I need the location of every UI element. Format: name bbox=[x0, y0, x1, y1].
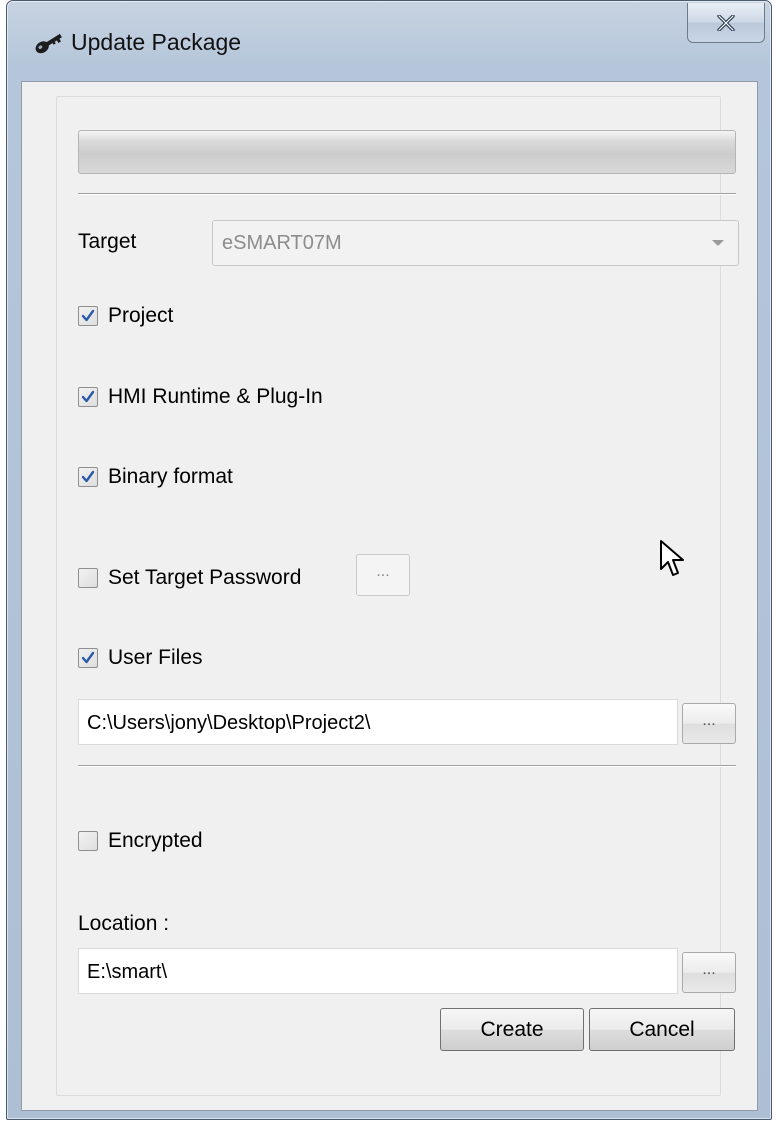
check-mark-icon bbox=[81, 390, 95, 403]
location-path-input[interactable]: E:\smart\ bbox=[78, 948, 678, 994]
target-combobox[interactable]: eSMART07M bbox=[212, 220, 739, 266]
user-files-checkbox-label: User Files bbox=[108, 646, 203, 669]
check-mark-icon bbox=[81, 470, 95, 483]
set-password-checkbox-row[interactable]: Set Target Password bbox=[78, 566, 301, 590]
separator bbox=[78, 765, 736, 767]
mouse-cursor-icon bbox=[660, 540, 684, 576]
key-icon bbox=[35, 33, 62, 54]
check-mark-icon bbox=[81, 651, 95, 664]
encrypted-checkbox-label: Encrypted bbox=[108, 829, 203, 852]
title-bar[interactable]: Update Package bbox=[7, 1, 771, 83]
close-button[interactable] bbox=[687, 3, 765, 43]
binary-format-checkbox-row[interactable]: Binary format bbox=[78, 465, 233, 489]
set-password-button[interactable]: ... bbox=[356, 554, 410, 596]
project-checkbox[interactable] bbox=[78, 306, 98, 326]
project-checkbox-label: Project bbox=[108, 304, 174, 327]
separator bbox=[78, 193, 736, 195]
target-label: Target bbox=[78, 230, 137, 253]
runtime-checkbox[interactable] bbox=[78, 387, 98, 407]
encrypted-checkbox[interactable] bbox=[78, 831, 98, 851]
set-password-checkbox-label: Set Target Password bbox=[108, 566, 302, 589]
cancel-button[interactable]: Cancel bbox=[589, 1008, 735, 1051]
user-files-checkbox[interactable] bbox=[78, 648, 98, 668]
dialog-client-area: Target eSMART07M Project HMI Runtime & P… bbox=[21, 81, 758, 1111]
check-mark-icon bbox=[81, 309, 95, 322]
create-button[interactable]: Create bbox=[440, 1008, 584, 1051]
chevron-down-icon bbox=[712, 240, 724, 246]
location-label: Location : bbox=[78, 912, 170, 935]
runtime-checkbox-label: HMI Runtime & Plug-In bbox=[108, 385, 323, 408]
close-icon bbox=[717, 14, 735, 31]
user-files-checkbox-row[interactable]: User Files bbox=[78, 646, 203, 670]
window-title: Update Package bbox=[71, 29, 242, 55]
update-package-dialog: Update Package Target eSMART07M Project … bbox=[6, 0, 772, 1120]
project-checkbox-row[interactable]: Project bbox=[78, 304, 173, 328]
location-browse-button[interactable]: ... bbox=[682, 952, 736, 993]
encrypted-checkbox-row[interactable]: Encrypted bbox=[78, 829, 203, 853]
set-password-checkbox[interactable] bbox=[78, 568, 98, 588]
user-files-path-input[interactable]: C:\Users\jony\Desktop\Project2\ bbox=[78, 699, 678, 745]
binary-format-checkbox-label: Binary format bbox=[108, 465, 233, 488]
binary-format-checkbox[interactable] bbox=[78, 467, 98, 487]
runtime-checkbox-row[interactable]: HMI Runtime & Plug-In bbox=[78, 385, 323, 409]
progress-bar bbox=[78, 130, 736, 174]
user-files-browse-button[interactable]: ... bbox=[682, 703, 736, 744]
target-selected-value: eSMART07M bbox=[222, 232, 342, 254]
